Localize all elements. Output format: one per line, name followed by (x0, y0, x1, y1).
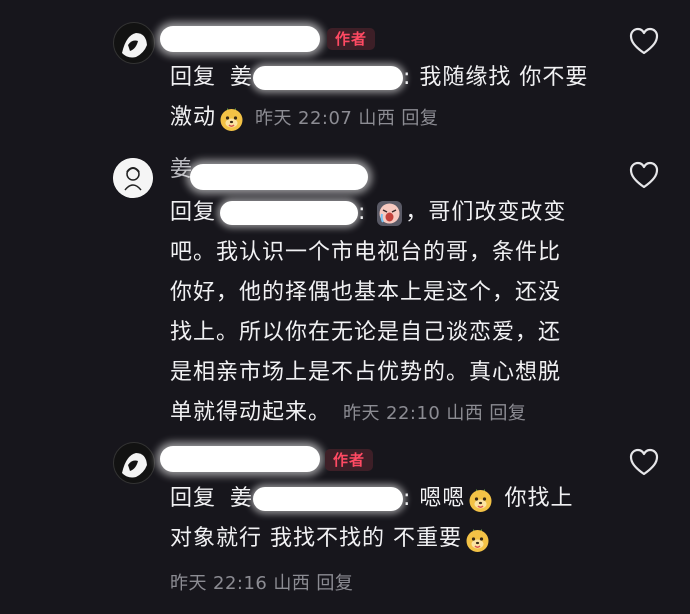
comment-date: 昨天 (170, 573, 207, 594)
avatar[interactable] (113, 22, 155, 64)
reply-button[interactable]: 回复 (489, 403, 526, 424)
comment-text-line: 吧。我认识一个市电视台的哥，条件比 (170, 240, 562, 265)
comment-meta: 昨天 22:07 山西 回复 (255, 108, 444, 129)
comment-text-line: : (358, 200, 375, 225)
author-badge: 作者 (325, 449, 374, 471)
comment-text-line: 你好，他的择偶也基本上是这个，还没 (170, 280, 562, 305)
comment-text-line: 是相亲市场上是不占优势的。真心想脱 (170, 360, 562, 385)
reply-prefix: 回复 (170, 200, 217, 225)
heart-outline-icon[interactable] (628, 160, 660, 190)
reply-target-redacted[interactable] (253, 487, 404, 511)
comment-location: 山西 (446, 403, 484, 424)
comment-location: 山西 (273, 573, 311, 594)
avatar[interactable] (113, 158, 153, 198)
avatar-image (114, 23, 154, 63)
dog-face-emoji-icon (218, 105, 245, 132)
reply-target-redacted[interactable] (253, 66, 404, 90)
crying-face-emoji-icon (376, 200, 403, 227)
comment-time: 22:07 (298, 108, 353, 129)
dog-face-emoji-icon (467, 486, 494, 513)
author-badge: 作者 (327, 28, 376, 50)
reply-target-redacted[interactable] (220, 201, 359, 225)
username-redacted[interactable] (160, 26, 320, 52)
comment-text-line: 找上。所以你在无论是自己谈恋爱，还 (170, 320, 562, 345)
comment-meta: 昨天 22:10 山西 回复 (343, 403, 532, 424)
heart-outline-icon[interactable] (628, 447, 660, 477)
comment-location: 山西 (358, 108, 396, 129)
reply-target-initial[interactable]: 姜 (230, 486, 253, 511)
comment-text-line: : 嗯嗯 (403, 486, 466, 511)
comment-text-line: ，哥们改变改变 (405, 200, 567, 225)
avatar-image (114, 443, 154, 483)
reply-prefix: 回复 (170, 65, 217, 90)
reply-target-initial[interactable]: 姜 (230, 65, 253, 90)
reply-button[interactable]: 回复 (316, 573, 353, 594)
comment-text-line: 你找上 (504, 486, 574, 511)
comment-date: 昨天 (343, 403, 381, 424)
comment-text-line: 单就得动起来。 (170, 400, 332, 425)
reply-prefix: 回复 (170, 486, 217, 511)
comment-text-line: : 我随缘找 你不要 (403, 65, 589, 90)
avatar-image (113, 158, 153, 198)
username-redacted[interactable] (160, 446, 320, 472)
comment-text-line: 激动 (170, 105, 217, 130)
comment-time: 22:16 (213, 573, 268, 594)
dog-face-emoji-icon (464, 526, 491, 553)
comment-date: 昨天 (255, 108, 293, 129)
comment-time: 22:10 (386, 403, 441, 424)
comment-meta: 昨天 22:16 山西 回复 (170, 573, 359, 594)
author-name-initial[interactable]: 姜 (170, 150, 193, 190)
comment-text-line: 对象就行 我找不找的 不重要 (170, 526, 462, 551)
reply-button[interactable]: 回复 (401, 108, 438, 129)
username-redacted[interactable] (190, 164, 368, 190)
heart-outline-icon[interactable] (628, 26, 660, 56)
avatar[interactable] (113, 442, 155, 484)
